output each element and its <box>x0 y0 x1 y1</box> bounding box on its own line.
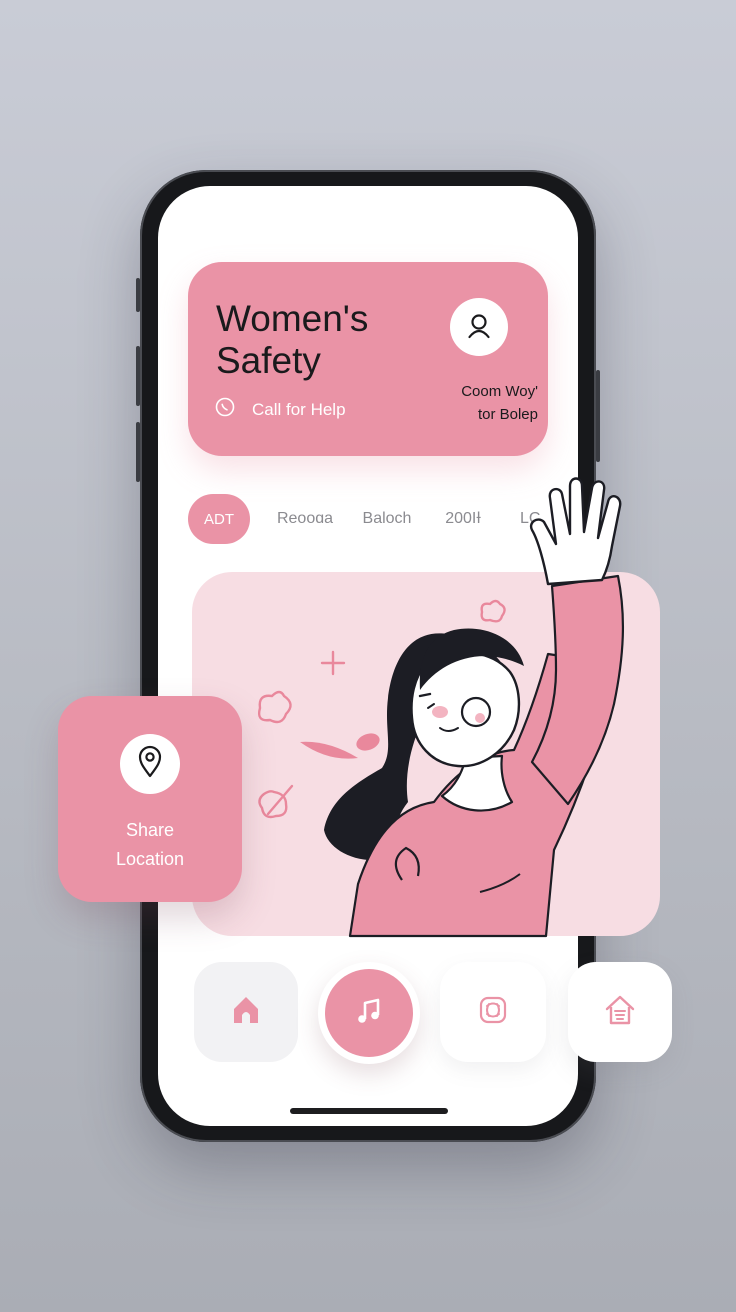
home-icon <box>232 995 260 1030</box>
header-side-text-line1: Coom Woy' <box>461 383 538 400</box>
tab-2[interactable]: Reooɑa <box>274 494 336 544</box>
tab-5[interactable]: LC <box>520 494 540 544</box>
nav-pattern-button[interactable] <box>440 962 546 1062</box>
header-card: Women's Safety Call for Help Coom Woy' t… <box>188 262 548 456</box>
phone-call-icon <box>214 396 236 423</box>
illustration-card <box>192 572 660 936</box>
nav-shelter-button[interactable] <box>568 962 672 1062</box>
user-icon <box>464 310 494 345</box>
nav-music-inner <box>325 969 413 1057</box>
category-tabs: ADT Reooɑa Baloch 200ΙƗ LC <box>188 494 540 544</box>
header-side-text: Coom Woy' tor Bolep <box>426 380 538 426</box>
nav-music-button[interactable] <box>318 962 420 1064</box>
tab-3[interactable]: Baloch <box>358 494 416 544</box>
volume-down-button <box>136 422 140 482</box>
header-side-text-line2: tor Bolep <box>477 406 538 423</box>
share-location-label: Share Location <box>58 816 242 874</box>
location-pin-icon <box>136 745 164 784</box>
pattern-icon <box>478 995 508 1030</box>
shelter-home-icon <box>603 993 637 1032</box>
call-for-help-button[interactable]: Call for Help <box>214 396 346 423</box>
app-title: Women's Safety <box>216 298 369 381</box>
call-for-help-label: Call for Help <box>252 399 346 419</box>
share-location-label-line2: Location <box>115 849 185 869</box>
music-note-icon <box>354 996 384 1031</box>
share-location-pin-button[interactable] <box>120 734 180 794</box>
share-location-label-line1: Share <box>125 820 175 840</box>
home-indicator <box>290 1108 448 1114</box>
tab-adt[interactable]: ADT <box>188 494 250 544</box>
tab-4[interactable]: 200ΙƗ <box>438 494 488 544</box>
nav-home-button[interactable] <box>194 962 298 1062</box>
volume-up-button <box>136 346 140 406</box>
power-button <box>596 370 600 462</box>
profile-button[interactable] <box>450 298 508 356</box>
share-location-card[interactable]: Share Location <box>58 696 242 902</box>
mute-switch <box>136 278 140 312</box>
